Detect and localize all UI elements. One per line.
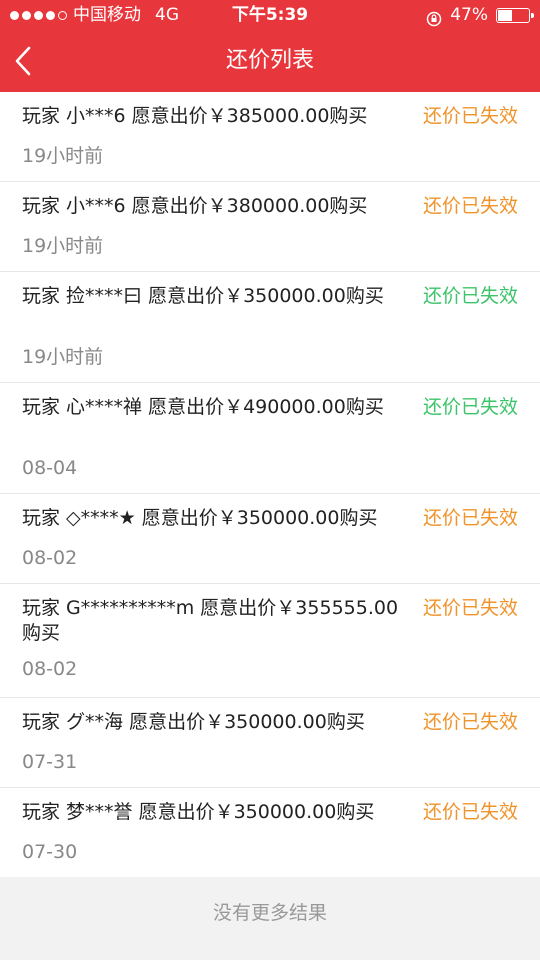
list-item[interactable]: 玩家 梦***誉 愿意出价￥350000.00购买 07-30 还价已失效 <box>0 788 540 878</box>
offer-text: 玩家 心****禅 愿意出价￥490000.00购买 <box>22 396 384 418</box>
offer-time: 07-30 <box>22 841 78 863</box>
offer-time: 08-02 <box>22 547 78 569</box>
orientation-lock-icon <box>426 7 442 27</box>
header-bar: 中国移动 4G 下午5:39 47% 还价列表 <box>0 0 540 92</box>
list-item[interactable]: 玩家 捡****曰 愿意出价￥350000.00购买 19小时前 还价已失效 <box>0 272 540 383</box>
offer-text: 玩家 捡****曰 愿意出价￥350000.00购买 <box>22 285 384 307</box>
offer-text: 玩家 小***6 愿意出价￥380000.00购买 <box>22 195 368 217</box>
offer-text: 玩家 梦***誉 愿意出价￥350000.00购买 <box>22 801 375 823</box>
battery-percent: 47% <box>450 5 488 25</box>
list-item[interactable]: 玩家 G**********m 愿意出价￥355555.00购买 08-02 还价已… <box>0 584 540 698</box>
offer-time: 19小时前 <box>22 346 104 368</box>
offer-text: 玩家 グ**海 愿意出价￥350000.00购买 <box>22 711 365 733</box>
status-right: 47% <box>426 0 534 30</box>
offer-time: 19小时前 <box>22 235 104 257</box>
list-item[interactable]: 玩家 心****禅 愿意出价￥490000.00购买 08-04 还价已失效 <box>0 383 540 494</box>
status-badge: 还价已失效 <box>422 801 518 823</box>
offer-text: 玩家 ◇****★ 愿意出价￥350000.00购买 <box>22 507 378 529</box>
counteroffer-list: 玩家 小***6 愿意出价￥385000.00购买 19小时前 还价已失效 玩家 小*… <box>0 92 540 878</box>
offer-time: 08-04 <box>22 457 78 479</box>
status-badge: 还价已失效 <box>422 195 518 217</box>
status-badge: 还价已失效 <box>422 396 518 418</box>
status-badge: 还价已失效 <box>422 597 518 619</box>
status-bar: 中国移动 4G 下午5:39 47% <box>0 0 540 30</box>
status-badge: 还价已失效 <box>422 105 518 127</box>
no-more-results: 没有更多结果 <box>0 877 540 960</box>
status-badge: 还价已失效 <box>422 285 518 307</box>
offer-text: 玩家 G**********m 愿意出价￥355555.00购买 <box>22 597 399 644</box>
offer-time: 19小时前 <box>22 145 104 167</box>
status-badge: 还价已失效 <box>422 711 518 733</box>
battery-icon <box>496 7 534 23</box>
offer-text: 玩家 小***6 愿意出价￥385000.00购买 <box>22 105 368 127</box>
status-badge: 还价已失效 <box>422 507 518 529</box>
list-item[interactable]: 玩家 グ**海 愿意出价￥350000.00购买 07-31 还价已失效 <box>0 698 540 788</box>
nav-bar: 还价列表 <box>0 30 540 92</box>
offer-time: 07-31 <box>22 751 78 773</box>
list-item[interactable]: 玩家 ◇****★ 愿意出价￥350000.00购买 08-02 还价已失效 <box>0 494 540 584</box>
list-item[interactable]: 玩家 小***6 愿意出价￥380000.00购买 19小时前 还价已失效 <box>0 182 540 272</box>
offer-time: 08-02 <box>22 658 78 680</box>
page-title: 还价列表 <box>225 48 314 73</box>
list-item[interactable]: 玩家 小***6 愿意出价￥385000.00购买 19小时前 还价已失效 <box>0 92 540 182</box>
